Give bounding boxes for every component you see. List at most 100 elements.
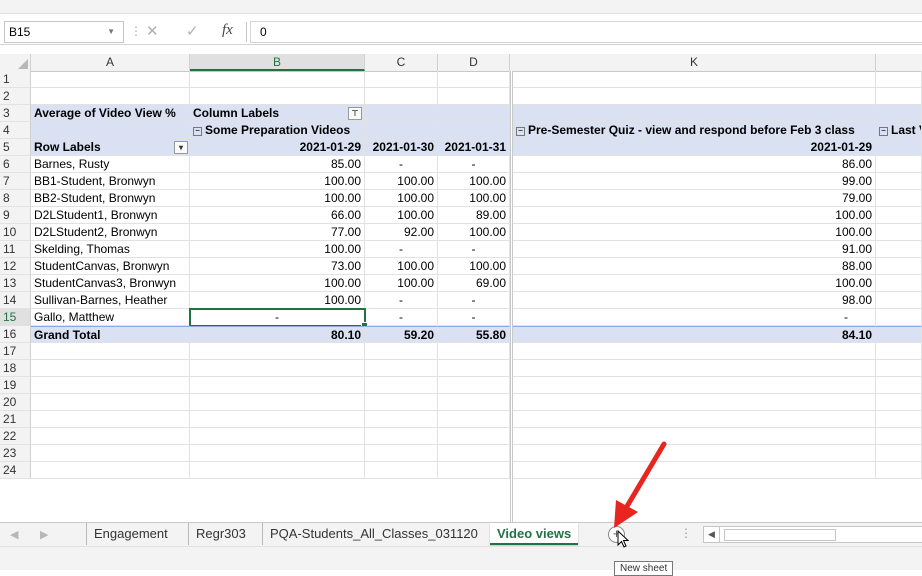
row-header[interactable]: 15 [0, 309, 31, 326]
cell[interactable] [31, 360, 190, 377]
cell[interactable] [513, 394, 876, 411]
chevron-down-icon[interactable]: ▼ [107, 27, 115, 36]
cell[interactable] [876, 428, 922, 445]
pivot-group-header-3[interactable]: −Last V [876, 122, 922, 139]
value-cell[interactable]: 89.00 [438, 207, 510, 224]
cell[interactable] [31, 122, 190, 139]
scrollbar-thumb[interactable] [724, 529, 836, 541]
cell[interactable] [438, 394, 510, 411]
row-header[interactable]: 12 [0, 258, 31, 275]
cell[interactable] [876, 462, 922, 479]
value-cell[interactable]: 100.00 [438, 190, 510, 207]
student-name[interactable]: StudentCanvas, Bronwyn [31, 258, 190, 275]
cell[interactable] [876, 258, 922, 275]
student-name[interactable]: BB2-Student, Bronwyn [31, 190, 190, 207]
date-header[interactable]: 2021-01-29 [513, 139, 876, 156]
cell[interactable] [190, 462, 365, 479]
row-header[interactable]: 19 [0, 377, 31, 394]
value-cell[interactable]: 91.00 [513, 241, 876, 258]
cell[interactable] [365, 445, 438, 462]
value-cell[interactable]: 73.00 [190, 258, 365, 275]
cell[interactable] [31, 394, 190, 411]
cell[interactable] [513, 88, 876, 105]
cell[interactable] [365, 360, 438, 377]
value-cell[interactable]: 100.00 [190, 275, 365, 292]
row-header[interactable]: 14 [0, 292, 31, 309]
grand-total-label[interactable]: Grand Total [31, 326, 190, 343]
value-cell[interactable]: - [438, 309, 510, 326]
student-name[interactable]: BB1-Student, Bronwyn [31, 173, 190, 190]
cell[interactable] [876, 105, 922, 122]
value-cell[interactable]: 100.00 [365, 190, 438, 207]
cell[interactable] [513, 445, 876, 462]
column-header-a[interactable]: A [31, 54, 190, 71]
cell[interactable] [876, 156, 922, 173]
cell[interactable] [513, 428, 876, 445]
value-cell[interactable]: 92.00 [365, 224, 438, 241]
cell[interactable] [876, 326, 922, 343]
cell[interactable] [31, 411, 190, 428]
cell[interactable] [876, 207, 922, 224]
scroll-left-arrow-icon[interactable]: ◀ [704, 527, 720, 542]
cell[interactable] [190, 428, 365, 445]
formula-input[interactable]: 0 [250, 21, 922, 43]
sheet-tab-pqa-students[interactable]: PQA-Students_All_Classes_031120 [262, 523, 485, 545]
row-header[interactable]: 18 [0, 360, 31, 377]
cell[interactable] [365, 377, 438, 394]
value-cell[interactable]: 86.00 [513, 156, 876, 173]
row-header[interactable]: 1 [0, 71, 31, 88]
cell[interactable] [438, 360, 510, 377]
row-header[interactable]: 17 [0, 343, 31, 360]
cell[interactable] [513, 71, 876, 88]
value-cell[interactable]: 100.00 [190, 241, 365, 258]
column-header-d[interactable]: D [438, 54, 510, 71]
cell[interactable] [438, 462, 510, 479]
value-cell[interactable]: 100.00 [365, 258, 438, 275]
cell[interactable] [438, 88, 510, 105]
row-header[interactable]: 3 [0, 105, 31, 122]
cell[interactable] [438, 377, 510, 394]
value-cell[interactable]: - [513, 309, 876, 326]
cell[interactable] [365, 462, 438, 479]
name-box[interactable]: B15 ▼ [4, 21, 124, 43]
scroll-right-icon[interactable]: ▶ [40, 528, 48, 541]
value-cell[interactable]: 88.00 [513, 258, 876, 275]
value-cell[interactable]: - [365, 156, 438, 173]
value-cell[interactable]: - [438, 292, 510, 309]
cell[interactable] [190, 445, 365, 462]
collapse-icon[interactable]: − [193, 127, 202, 136]
student-name[interactable]: Skelding, Thomas [31, 241, 190, 258]
enter-check-icon[interactable]: ✓ [186, 22, 199, 40]
cell[interactable] [190, 71, 365, 88]
value-cell[interactable]: 85.00 [190, 156, 365, 173]
value-cell[interactable]: - [438, 156, 510, 173]
tab-splitter-icon[interactable]: ⋮ [680, 526, 692, 540]
collapse-icon[interactable]: − [879, 127, 888, 136]
cell[interactable] [876, 360, 922, 377]
scroll-left-icon[interactable]: ◀ [10, 528, 18, 541]
cell[interactable] [31, 88, 190, 105]
column-header-next[interactable] [876, 54, 922, 71]
dropdown-filter-icon[interactable]: ▾ [174, 141, 188, 154]
cell[interactable] [513, 411, 876, 428]
collapse-icon[interactable]: − [516, 127, 525, 136]
total-cell[interactable]: 84.10 [513, 326, 876, 343]
cell[interactable] [438, 411, 510, 428]
value-cell[interactable]: 100.00 [365, 207, 438, 224]
cell[interactable] [190, 88, 365, 105]
value-cell[interactable]: - [365, 292, 438, 309]
cell[interactable] [365, 71, 438, 88]
cell[interactable] [876, 88, 922, 105]
value-cell[interactable]: 100.00 [438, 224, 510, 241]
cell[interactable] [31, 71, 190, 88]
cell[interactable] [513, 105, 876, 122]
value-cell[interactable]: 100.00 [190, 292, 365, 309]
cell[interactable] [365, 88, 438, 105]
cell[interactable] [365, 343, 438, 360]
cell[interactable] [876, 224, 922, 241]
cell[interactable] [31, 343, 190, 360]
row-header[interactable]: 13 [0, 275, 31, 292]
student-name[interactable]: D2LStudent1, Bronwyn [31, 207, 190, 224]
row-header[interactable]: 10 [0, 224, 31, 241]
column-header-b[interactable]: B [190, 54, 365, 71]
